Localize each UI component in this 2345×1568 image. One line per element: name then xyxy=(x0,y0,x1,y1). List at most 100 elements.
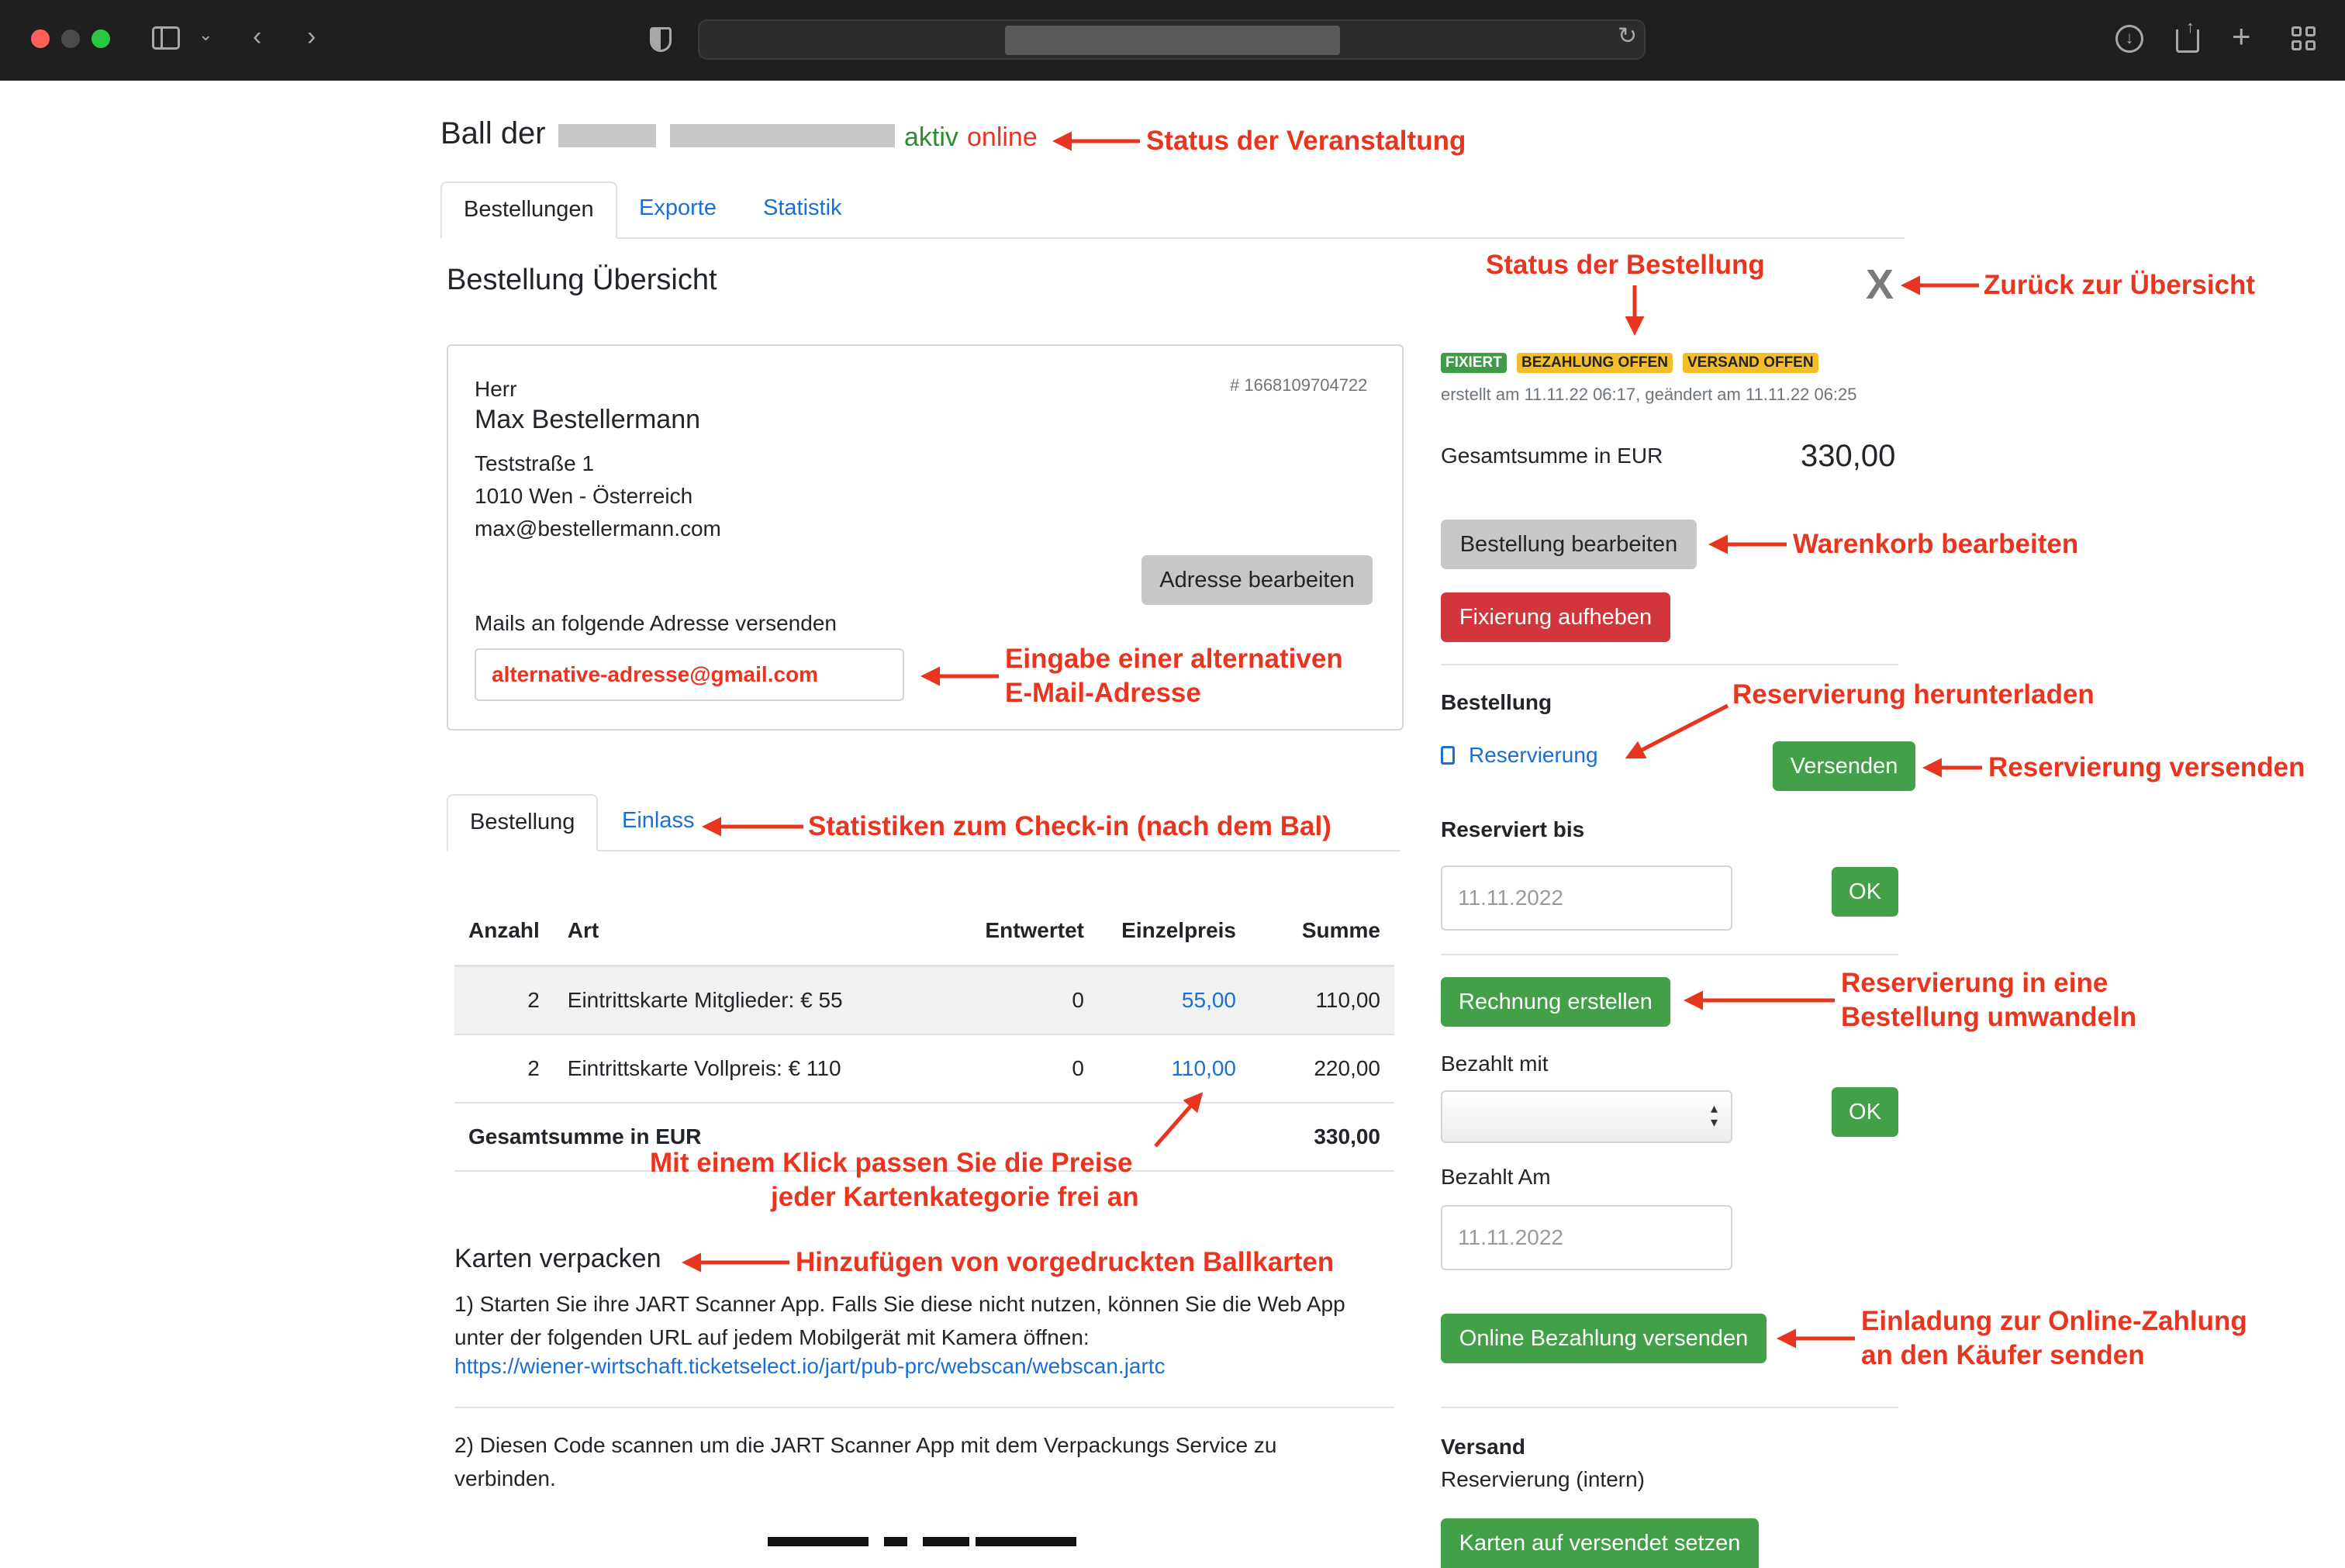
type-cell: Eintrittskarte Mitglieder: € 55 xyxy=(553,965,946,1035)
unfix-button[interactable]: Fixierung aufheben xyxy=(1441,592,1670,642)
total-value: 330,00 xyxy=(1250,1103,1394,1172)
back-icon[interactable]: ‹ xyxy=(253,23,261,50)
privacy-shield-icon[interactable] xyxy=(650,27,672,52)
packing-step-2: 2) Diesen Code scannen um die JART Scann… xyxy=(454,1433,1277,1490)
used-cell: 0 xyxy=(946,1034,1098,1103)
price-link[interactable]: 110,00 xyxy=(1098,1034,1250,1103)
forward-icon[interactable]: › xyxy=(307,23,316,50)
pdf-file-icon xyxy=(1441,746,1455,765)
sum-cell: 220,00 xyxy=(1250,1034,1394,1103)
select-updown-icon: ▴ ▾ xyxy=(1711,1100,1718,1130)
customer-name: Max Bestellermann xyxy=(475,405,701,434)
annotation-prices-1: Mit einem Klick passen Sie die Preise xyxy=(650,1148,1133,1178)
divider xyxy=(1441,954,1898,955)
qr-code xyxy=(768,1537,1076,1546)
column-header: Einzelpreis xyxy=(1098,896,1250,967)
tab-exporte[interactable]: Exporte xyxy=(617,181,738,235)
status-badge-fixiert: FIXIERT xyxy=(1441,353,1507,373)
order-items-table: Anzahl Art Entwertet Einzelpreis Summe 2… xyxy=(454,896,1394,1172)
close-overview-button[interactable]: X xyxy=(1866,261,1894,309)
annotation-alt-email-1: Eingabe einer alternativen xyxy=(1005,644,1343,674)
annotation-order-status: Status der Bestellung xyxy=(1486,250,1765,280)
annotation-invite-2: an den Käufer senden xyxy=(1861,1340,2145,1370)
customer-email: max@bestellermann.com xyxy=(475,516,721,541)
reservation-download-link[interactable]: Reservierung xyxy=(1469,743,1598,768)
address-city: 1010 Wen - Österreich xyxy=(475,484,693,508)
tab-statistik[interactable]: Statistik xyxy=(741,181,864,235)
edit-order-button[interactable]: Bestellung bearbeiten xyxy=(1441,520,1697,569)
created-changed-info: erstellt am 11.11.22 06:17, geändert am … xyxy=(1441,385,1857,404)
order-heading: Bestellung xyxy=(1441,690,1552,714)
zoom-window-button[interactable] xyxy=(92,29,110,48)
annotation-download: Reservierung herunterladen xyxy=(1732,679,2095,710)
tab-einlass[interactable]: Einlass xyxy=(600,794,717,848)
event-title: Ball der xyxy=(440,116,546,150)
set-shipped-button[interactable]: Karten auf versendet setzen xyxy=(1441,1518,1759,1568)
tab-bestellungen[interactable]: Bestellungen xyxy=(440,181,617,239)
salutation: Herr xyxy=(475,377,517,401)
reserved-until-input[interactable]: 11.11.2022 xyxy=(1441,865,1732,931)
paid-with-ok-button[interactable]: OK xyxy=(1832,1087,1898,1137)
send-reservation-button[interactable]: Versenden xyxy=(1773,741,1915,791)
annotation-event-status: Status der Veranstaltung xyxy=(1146,126,1466,156)
table-header-row: Anzahl Art Entwertet Einzelpreis Summe xyxy=(454,896,1394,967)
annotation-send-reservation: Reservierung versenden xyxy=(1988,752,2305,782)
webscan-url-link[interactable]: https://wiener-wirtschaft.ticketselect.i… xyxy=(454,1354,1166,1379)
chevron-down-icon[interactable]: ⌄ xyxy=(199,26,212,43)
qty-cell: 2 xyxy=(454,965,554,1035)
new-tab-icon[interactable]: + xyxy=(2232,20,2251,53)
column-header: Art xyxy=(553,896,946,967)
table-row: 2 Eintrittskarte Mitglieder: € 55 0 55,0… xyxy=(454,965,1394,1035)
address-bar-redacted-url xyxy=(1005,26,1340,55)
shipping-value: Reservierung (intern) xyxy=(1441,1467,1645,1491)
divider xyxy=(1441,664,1898,665)
sum-cell: 110,00 xyxy=(1250,965,1394,1035)
status-total-label: Gesamtsumme in EUR xyxy=(1441,444,1663,468)
column-header: Anzahl xyxy=(454,896,554,967)
price-link[interactable]: 55,00 xyxy=(1098,965,1250,1035)
browser-toolbar: ⌄ ‹ › ↻ ↓ ↑ + xyxy=(0,0,2345,81)
status-badge-bezahlung-offen: BEZAHLUNG OFFEN xyxy=(1517,353,1673,373)
column-header: Summe xyxy=(1250,896,1394,967)
address-street: Teststraße 1 xyxy=(475,451,595,475)
column-header: Entwertet xyxy=(946,896,1098,967)
close-window-button[interactable] xyxy=(31,29,50,48)
send-online-payment-button[interactable]: Online Bezahlung versenden xyxy=(1441,1314,1767,1363)
reload-icon[interactable]: ↻ xyxy=(1618,25,1637,48)
tab-overview-icon[interactable] xyxy=(2291,26,2316,51)
paid-with-label: Bezahlt mit xyxy=(1441,1052,1549,1076)
event-status-online: online xyxy=(967,123,1038,152)
shipping-heading: Versand xyxy=(1441,1435,1525,1459)
paid-with-select[interactable] xyxy=(1441,1090,1732,1143)
qty-cell: 2 xyxy=(454,1034,554,1103)
sidebar-icon[interactable] xyxy=(152,26,180,50)
annotation-preprinted: Hinzufügen von vorgedruckten Ballkarten xyxy=(796,1247,1335,1277)
divider xyxy=(1441,1407,1898,1408)
create-invoice-button[interactable]: Rechnung erstellen xyxy=(1441,977,1670,1027)
status-badge-versand-offen: VERSAND OFFEN xyxy=(1683,353,1818,373)
mails-label: Mails an folgende Adresse versenden xyxy=(475,611,837,635)
paid-on-input[interactable]: 11.11.2022 xyxy=(1441,1205,1732,1270)
annotation-cart: Warenkorb bearbeiten xyxy=(1793,529,2079,559)
annotation-checkin-stats: Statistiken zum Check-in (nach dem Bal) xyxy=(808,811,1331,841)
section-title: Bestellung Übersicht xyxy=(447,264,717,296)
packing-step-1: 1) Starten Sie ihre JART Scanner App. Fa… xyxy=(454,1292,1345,1349)
redacted-event-name-part xyxy=(558,124,656,147)
order-number: # 1668109704722 xyxy=(1230,375,1368,395)
annotation-convert-2: Bestellung umwandeln xyxy=(1841,1002,2137,1032)
tab-bestellung[interactable]: Bestellung xyxy=(447,794,599,851)
status-total-value: 330,00 xyxy=(1801,439,1896,473)
event-status-aktiv: aktiv xyxy=(904,123,958,152)
share-icon[interactable]: ↑ xyxy=(2176,19,2199,53)
reserved-until-ok-button[interactable]: OK xyxy=(1832,867,1898,917)
redacted-event-name-part xyxy=(670,124,895,147)
type-cell: Eintrittskarte Vollpreis: € 110 xyxy=(553,1034,946,1103)
alternative-email-field[interactable]: alternative-adresse@gmail.com xyxy=(475,648,904,701)
reserved-until-label: Reserviert bis xyxy=(1441,817,1585,841)
minimize-window-button[interactable] xyxy=(61,29,80,48)
divider xyxy=(454,1407,1394,1408)
download-icon[interactable]: ↓ xyxy=(2115,25,2143,53)
edit-address-button[interactable]: Adresse bearbeiten xyxy=(1141,555,1373,605)
arrow-download xyxy=(1625,703,1729,759)
annotation-convert-1: Reservierung in eine xyxy=(1841,968,2108,998)
